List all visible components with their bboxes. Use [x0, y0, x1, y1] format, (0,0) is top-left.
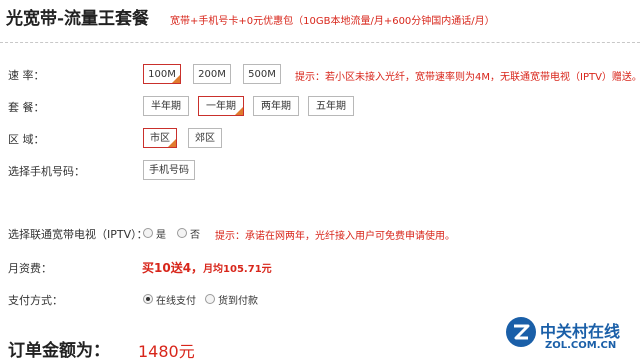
iptv-hint: 提示：承诺在网两年，光纤接入用户可免费申请使用。	[215, 231, 455, 242]
package-label: 套 餐：	[8, 101, 45, 114]
package-option-five-years[interactable]: 五年期	[308, 96, 354, 116]
payment-cod-label: 货到付款	[218, 296, 258, 307]
area-option-urban[interactable]: 市区	[143, 128, 177, 148]
zol-logo-icon	[506, 317, 536, 347]
iptv-yes-label: 是	[156, 230, 166, 241]
payment-online-radio[interactable]	[143, 294, 153, 304]
phone-label: 选择手机号码：	[8, 165, 85, 178]
package-option-two-years[interactable]: 两年期	[253, 96, 299, 116]
fee-average: 月均105.71元	[203, 264, 272, 275]
payment-cod-radio[interactable]	[205, 294, 215, 304]
phone-number-button[interactable]: 手机号码	[143, 160, 195, 180]
order-total-value: 1480元	[138, 342, 195, 361]
speed-option-200m[interactable]: 200M	[193, 64, 231, 84]
package-description: 宽带+手机号卡+0元优惠包（10GB本地流量/月+600分钟国内通话/月）	[170, 16, 495, 27]
iptv-no-radio[interactable]	[177, 228, 187, 238]
iptv-no-label: 否	[190, 230, 200, 241]
page-title: 光宽带-流量王套餐	[6, 9, 150, 29]
fee-promo: 买10送4，	[142, 261, 204, 275]
watermark-name: 中关村在线	[540, 322, 621, 341]
iptv-yes-radio[interactable]	[143, 228, 153, 238]
speed-hint: 提示：若小区未接入光纤，宽带速率则为4M，无联通宽带电视（IPTV）赠送。	[295, 72, 640, 83]
area-option-suburban[interactable]: 郊区	[188, 128, 222, 148]
area-label: 区 域：	[8, 133, 45, 146]
monthly-fee-label: 月资费：	[8, 262, 52, 275]
package-option-half-year[interactable]: 半年期	[143, 96, 189, 116]
payment-online-label: 在线支付	[156, 296, 196, 307]
monthly-fee-value: 买10送4，月均105.71元	[142, 259, 272, 276]
package-option-one-year[interactable]: 一年期	[198, 96, 244, 116]
speed-option-100m[interactable]: 100M	[143, 64, 181, 84]
payment-label: 支付方式：	[8, 294, 63, 307]
iptv-label: 选择联通宽带电视（IPTV）：	[8, 228, 148, 241]
speed-option-500m[interactable]: 500M	[243, 64, 281, 84]
watermark-url: ZOL.COM.CN	[545, 340, 617, 351]
order-total-label: 订单金额为：	[8, 341, 110, 361]
divider	[0, 42, 640, 43]
speed-label: 速 率：	[8, 69, 45, 82]
